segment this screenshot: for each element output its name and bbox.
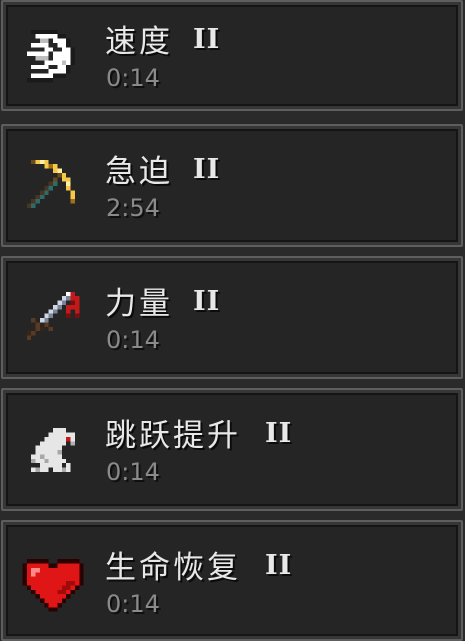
effect-level: II [265,550,293,581]
heart-icon [18,546,88,616]
effect-list: 速度 II 0:14 急迫 II 2:54 力量 II 0:14 跳跃提升 II… [0,0,465,641]
effect-time: 2:54 [106,194,160,222]
golden-pickaxe-icon [18,151,88,221]
effect-card-strength: 力量 II 0:14 [1,256,463,379]
effect-level: II [193,286,221,317]
effect-card-regeneration: 生命恢复 II 0:14 [1,520,463,641]
effect-time: 0:14 [106,458,160,486]
effect-level: II [193,24,221,55]
effect-time: 0:14 [106,326,160,354]
effect-time: 0:14 [106,64,160,92]
effect-name: 速度 [105,24,173,60]
speed-icon [18,21,88,91]
effect-name: 生命恢复 [105,550,241,586]
effect-card-speed: 速度 II 0:14 [1,0,463,111]
effect-name: 力量 [105,286,173,322]
effect-time: 0:14 [106,590,160,618]
effect-name: 跳跃提升 [105,418,241,454]
effect-card-haste: 急迫 II 2:54 [1,124,463,247]
effect-name: 急迫 [105,154,173,190]
effect-level: II [265,418,293,449]
rabbit-icon [18,415,88,485]
bloody-sword-icon [18,283,88,353]
effect-level: II [193,154,221,185]
effect-card-jump-boost: 跳跃提升 II 0:14 [1,388,463,511]
